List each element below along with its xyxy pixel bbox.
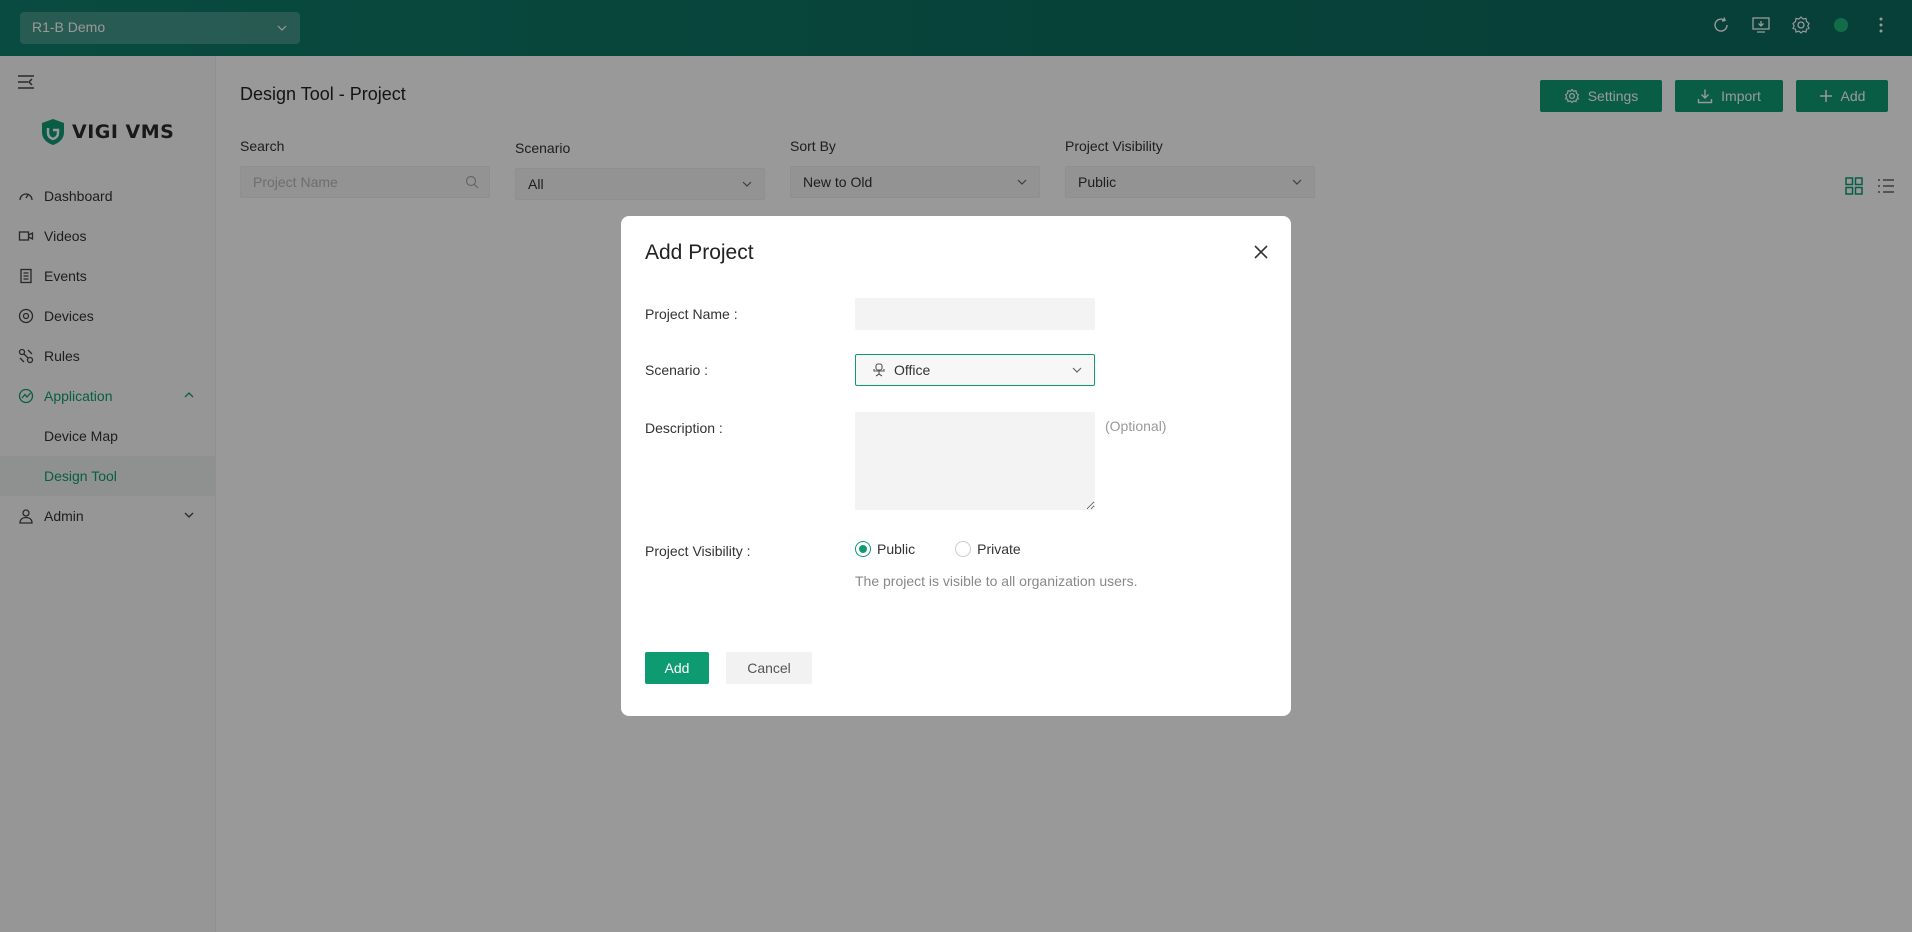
chevron-down-icon <box>1072 367 1082 373</box>
office-chair-icon <box>873 363 885 377</box>
private-radio[interactable] <box>955 541 972 557</box>
close-icon[interactable] <box>1251 242 1271 262</box>
scenario-select[interactable]: Office <box>855 354 1095 386</box>
project-name-label: Project Name : <box>645 306 738 322</box>
scenario-label: Scenario : <box>645 362 709 378</box>
dialog-title: Add Project <box>645 241 754 264</box>
visibility-private-option[interactable]: Private <box>955 541 1021 557</box>
dialog-add-button[interactable]: Add <box>645 652 709 684</box>
private-radio-label: Private <box>977 541 1021 557</box>
description-label: Description : <box>645 420 723 436</box>
description-optional-hint: (Optional) <box>1105 418 1167 434</box>
dialog-cancel-button[interactable]: Cancel <box>726 652 812 684</box>
visibility-radio-group: Public Private <box>855 541 1061 557</box>
public-radio[interactable] <box>855 541 871 557</box>
public-radio-label: Public <box>877 541 916 557</box>
visibility-label: Project Visibility : <box>645 543 751 559</box>
project-name-field[interactable] <box>855 298 1095 330</box>
scenario-select-value: Office <box>894 362 931 378</box>
description-field[interactable] <box>855 412 1095 510</box>
visibility-helper-text: The project is visible to all organizati… <box>855 573 1138 589</box>
add-project-dialog: Add Project Project Name : Scenario : Of… <box>621 216 1291 716</box>
visibility-public-option[interactable]: Public <box>855 541 915 557</box>
